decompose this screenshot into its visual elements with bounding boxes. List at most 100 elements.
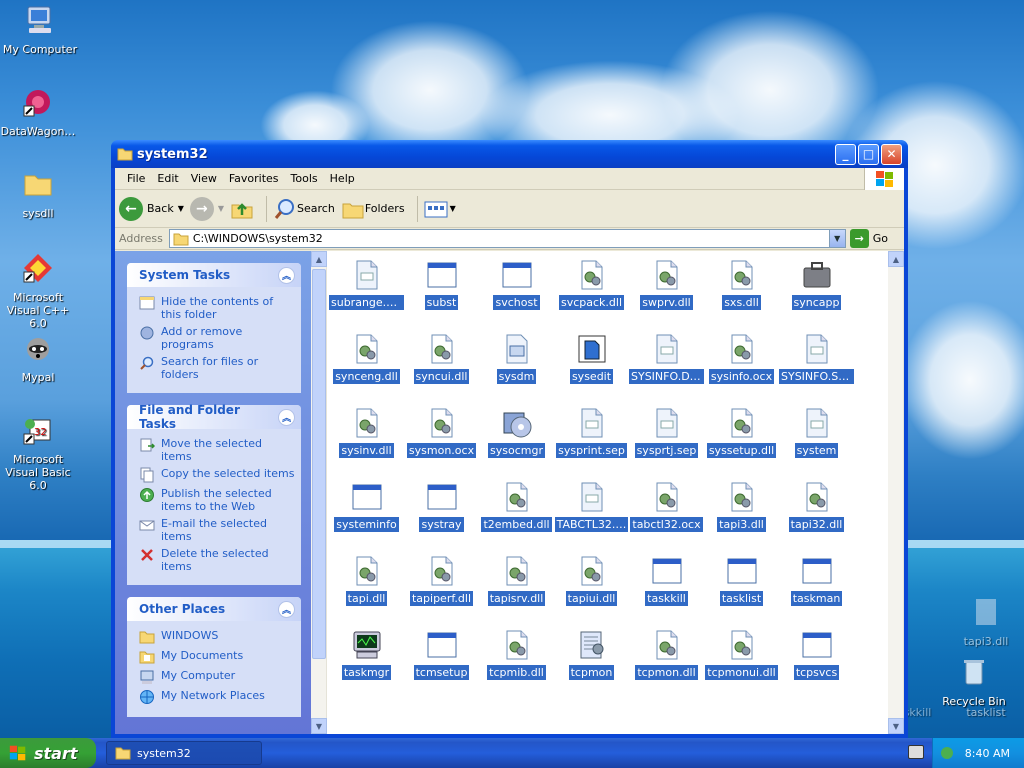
task-link[interactable]: Move the selected items <box>139 437 295 463</box>
task-link[interactable]: E-mail the selected items <box>139 517 295 543</box>
file-item[interactable]: SYSINFO.DEP <box>629 333 704 384</box>
desktop-icon-visual-basic[interactable]: 32 Microsoft Visual Basic 6.0 <box>0 414 78 492</box>
panel-header[interactable]: Other Places ︽ <box>127 597 301 621</box>
place-link[interactable]: My Computer <box>139 669 295 685</box>
file-item[interactable]: tapi3.dll <box>704 481 779 532</box>
file-item[interactable]: tapi.dll <box>329 555 404 606</box>
search-button[interactable]: Search <box>273 197 335 221</box>
file-item[interactable]: sxs.dll <box>704 259 779 310</box>
file-item[interactable]: tapiui.dll <box>554 555 629 606</box>
back-button[interactable]: ← Back ▼ <box>119 196 184 221</box>
taskbar-button-system32[interactable]: system32 <box>106 741 262 765</box>
desktop-icon-sysdll[interactable]: sysdll <box>0 168 78 220</box>
file-item[interactable]: sysmon.ocx <box>404 407 479 458</box>
up-folder-button[interactable] <box>230 197 254 221</box>
scroll-up-button[interactable]: ▲ <box>888 251 904 267</box>
place-link[interactable]: My Network Places <box>139 689 295 705</box>
file-item[interactable]: sysedit <box>554 333 629 384</box>
file-item[interactable]: tasklist <box>704 555 779 606</box>
desktop-icon-my-computer[interactable]: My Computer <box>0 4 80 56</box>
task-link[interactable]: Publish the selected items to the Web <box>139 487 295 513</box>
views-button[interactable]: ▼ <box>424 199 456 219</box>
file-item[interactable]: sysinv.dll <box>329 407 404 458</box>
file-item[interactable]: sysprtj.sep <box>629 407 704 458</box>
file-item[interactable]: subst <box>404 259 479 310</box>
file-item[interactable]: TABCTL32.… <box>554 481 629 532</box>
file-item[interactable]: sysocmgr <box>479 407 554 458</box>
clock[interactable]: 8:40 AM <box>965 747 1010 760</box>
collapse-icon[interactable]: ︽ <box>278 408 295 426</box>
file-item[interactable]: tapi32.dll <box>779 481 854 532</box>
address-input[interactable]: C:\WINDOWS\system32 ▼ <box>168 229 846 248</box>
file-item[interactable]: taskkill <box>629 555 704 606</box>
file-item[interactable]: sysdm <box>479 333 554 384</box>
file-item[interactable]: systray <box>404 481 479 532</box>
task-link[interactable]: Search for files or folders <box>139 355 295 381</box>
folders-button[interactable]: Folders <box>341 197 405 221</box>
menu-edit[interactable]: Edit <box>151 172 184 185</box>
file-item[interactable]: systeminfo <box>329 481 404 532</box>
maximize-button[interactable]: □ <box>858 143 879 165</box>
start-button[interactable]: start <box>0 738 96 768</box>
task-link[interactable]: Add or remove programs <box>139 325 295 351</box>
desktop-icon-datawagon[interactable]: DataWagon… <box>0 86 78 138</box>
desktop-icon-ghost[interactable]: tapi3.dll <box>946 596 1024 648</box>
file-item[interactable]: synceng.dll <box>329 333 404 384</box>
file-item[interactable]: sysinfo.ocx <box>704 333 779 384</box>
scroll-down-button[interactable]: ▼ <box>311 718 327 734</box>
file-item[interactable]: SYSINFO.SRG <box>779 333 854 384</box>
file-item[interactable]: tcpmonui.dll <box>704 629 779 680</box>
task-link[interactable]: Delete the selected items <box>139 547 295 573</box>
file-item[interactable]: tapiperf.dll <box>404 555 479 606</box>
file-item[interactable]: tabctl32.ocx <box>629 481 704 532</box>
file-item[interactable]: swprv.dll <box>629 259 704 310</box>
file-item[interactable]: t2embed.dll <box>479 481 554 532</box>
scroll-down-button[interactable]: ▼ <box>888 718 904 734</box>
address-dropdown-button[interactable]: ▼ <box>828 230 845 247</box>
file-item[interactable]: syncui.dll <box>404 333 479 384</box>
desktop-icon-mypal[interactable]: Mypal <box>0 332 78 384</box>
menu-help[interactable]: Help <box>324 172 361 185</box>
file-item[interactable]: tcpmon <box>554 629 629 680</box>
file-item[interactable]: tcpmib.dll <box>479 629 554 680</box>
scrollbar-right[interactable]: ▲ ▼ <box>888 251 904 734</box>
forward-button[interactable]: → ▼ <box>189 196 224 221</box>
go-button[interactable]: → Go <box>849 229 900 248</box>
close-button[interactable]: ✕ <box>881 143 902 165</box>
file-item[interactable]: tcpmon.dll <box>629 629 704 680</box>
desktop-icon-ghost[interactable]: tasklist <box>946 706 1024 719</box>
file-item[interactable]: subrange.uce <box>329 259 404 310</box>
file-item[interactable]: svchost <box>479 259 554 310</box>
desktop-icon-visual-cpp[interactable]: Microsoft Visual C++ 6.0 <box>0 252 78 330</box>
menu-view[interactable]: View <box>185 172 223 185</box>
file-item[interactable]: taskmgr <box>329 629 404 680</box>
file-item[interactable]: system <box>779 407 854 458</box>
file-item[interactable]: svcpack.dll <box>554 259 629 310</box>
network-icon[interactable] <box>939 745 955 761</box>
scroll-thumb[interactable] <box>312 269 326 659</box>
keyboard-icon[interactable] <box>908 745 924 759</box>
desktop-icon-recycle-bin[interactable]: Recycle Bin <box>934 656 1014 708</box>
file-item[interactable]: taskman <box>779 555 854 606</box>
place-link[interactable]: My Documents <box>139 649 295 665</box>
file-item[interactable]: syncapp <box>779 259 854 310</box>
panel-header[interactable]: System Tasks ︽ <box>127 263 301 287</box>
scrollbar-left[interactable]: ▲ ▼ <box>311 251 327 734</box>
task-link[interactable]: Hide the contents of this folder <box>139 295 295 321</box>
file-item[interactable]: tcmsetup <box>404 629 479 680</box>
collapse-icon[interactable]: ︽ <box>278 600 295 618</box>
file-item[interactable]: tcpsvcs <box>779 629 854 680</box>
title-bar[interactable]: system32 _ □ ✕ <box>111 140 908 168</box>
collapse-icon[interactable]: ︽ <box>278 266 295 284</box>
file-item[interactable]: tapisrv.dll <box>479 555 554 606</box>
scroll-up-button[interactable]: ▲ <box>311 251 327 267</box>
task-link[interactable]: Copy the selected items <box>139 467 295 483</box>
file-item[interactable]: sysprint.sep <box>554 407 629 458</box>
minimize-button[interactable]: _ <box>835 143 856 165</box>
panel-header[interactable]: File and Folder Tasks ︽ <box>127 403 301 431</box>
menu-file[interactable]: File <box>121 172 151 185</box>
place-link[interactable]: WINDOWS <box>139 629 295 645</box>
file-item[interactable]: syssetup.dll <box>704 407 779 458</box>
menu-favorites[interactable]: Favorites <box>223 172 285 185</box>
menu-tools[interactable]: Tools <box>285 172 324 185</box>
